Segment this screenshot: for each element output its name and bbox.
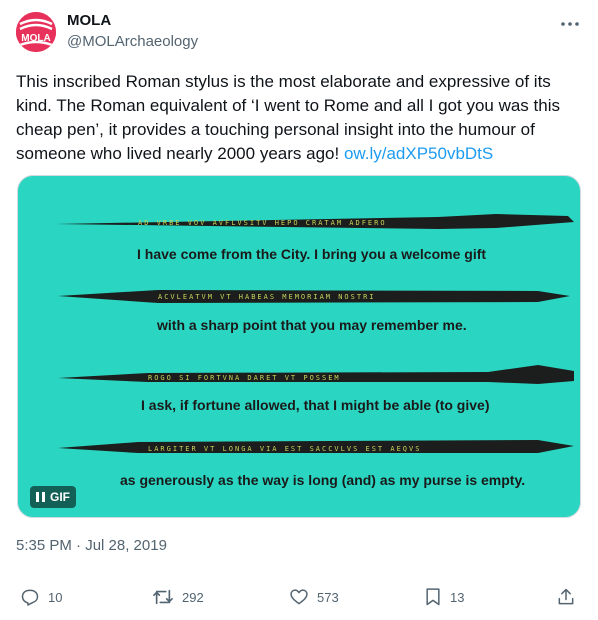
reply-icon: [21, 589, 39, 606]
more-dots-icon[interactable]: [560, 14, 580, 34]
reply-count: 10: [48, 589, 63, 605]
svg-text:AD VRBE VOV AVFLVSITV HEPO: AD VRBE VOV AVFLVSITV HEPO CRATAM ADFERO: [138, 219, 387, 227]
tweet-link[interactable]: ow.ly/adXP50vbDtS: [344, 144, 493, 163]
retweet-count: 292: [182, 589, 204, 605]
gif-pause-button[interactable]: GIF: [30, 486, 76, 508]
svg-text:LARGITER VT LONGA VIA EST S: LARGITER VT LONGA VIA EST SACCVLVS EST A…: [148, 445, 421, 453]
reply-button[interactable]: 10: [20, 582, 62, 612]
bookmark-button[interactable]: 13: [424, 582, 464, 612]
action-bar: 10 292 573 13: [16, 582, 582, 612]
stylus-3: ROGO SI FORTVNA DARET VT POSSEM: [58, 365, 574, 384]
avatar[interactable]: MOLA: [16, 12, 56, 52]
like-button[interactable]: 573: [289, 582, 339, 612]
svg-text:ACVLEATVM VT HABEAS MEMORIAM: ACVLEATVM VT HABEAS MEMORIAM NOSTRI: [158, 293, 376, 301]
bookmark-count: 13: [450, 589, 465, 605]
author-name[interactable]: MOLA: [67, 12, 111, 29]
mola-logo: MOLA: [16, 12, 56, 52]
tweet-timestamp[interactable]: 5:35 PM · Jul 28, 2019: [16, 537, 167, 554]
svg-text:ROGO SI FORTVNA DARET VT: ROGO SI FORTVNA DARET VT POSSEM: [148, 374, 341, 382]
stylus-1: AD VRBE VOV AVFLVSITV HEPO CRATAM ADFERO: [56, 214, 574, 229]
caption-4: as generously as the way is long (and) a…: [120, 472, 526, 488]
caption-2: with a sharp point that you may remember…: [157, 317, 467, 333]
caption-1: I have come from the City. I bring you a…: [137, 246, 487, 262]
author-handle[interactable]: @MOLArchaeology: [67, 33, 198, 50]
like-count: 573: [317, 589, 339, 605]
retweet-button[interactable]: 292: [152, 582, 204, 612]
stylus-4: LARGITER VT LONGA VIA EST SACCVLVS EST A…: [58, 440, 574, 453]
styli-illustration: AD VRBE VOV AVFLVSITV HEPO CRATAM ADFERO…: [56, 214, 574, 453]
pause-icon: [36, 492, 45, 502]
tweet-text: This inscribed Roman stylus is the most …: [16, 70, 586, 166]
retweet-icon: [153, 589, 173, 605]
gif-label: GIF: [50, 490, 70, 504]
share-icon: [558, 588, 574, 605]
media-gif[interactable]: AD VRBE VOV AVFLVSITV HEPO CRATAM ADFERO…: [17, 175, 581, 518]
share-button[interactable]: [556, 582, 576, 612]
heart-icon: [290, 589, 308, 605]
caption-3: I ask, if fortune allowed, that I might …: [141, 397, 490, 413]
bookmark-icon: [426, 588, 440, 606]
stylus-2: ACVLEATVM VT HABEAS MEMORIAM NOSTRI: [58, 290, 570, 303]
